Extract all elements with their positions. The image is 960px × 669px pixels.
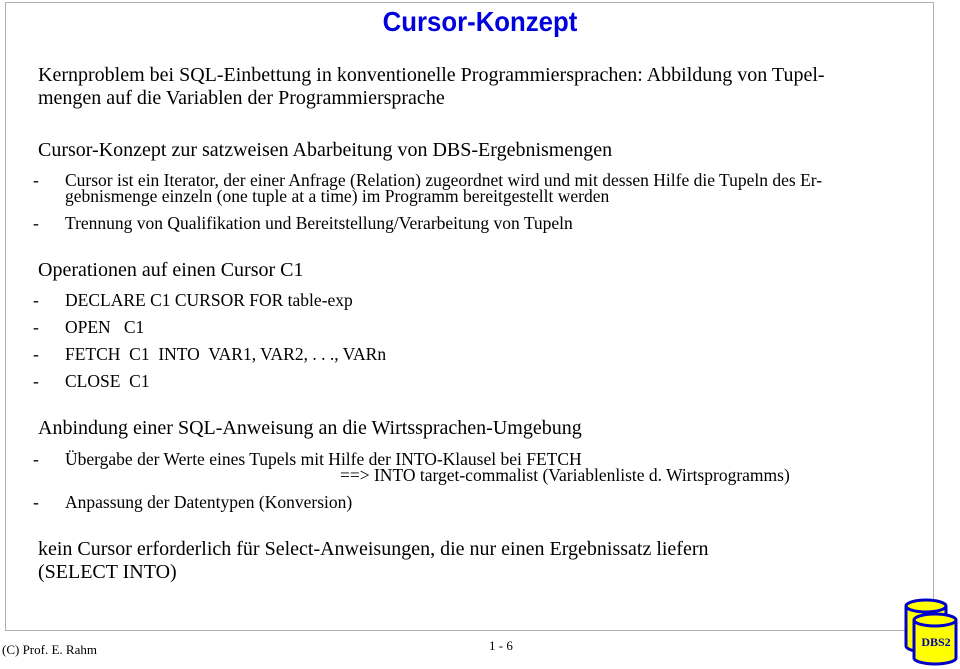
bullet-marker: - <box>33 213 39 233</box>
dbs2-logo: DBS2 <box>904 598 958 666</box>
section3-bullet-2: Anpassung der Datentypen (Konversion) <box>65 492 353 512</box>
intro-line-2: mengen auf die Variablen der Programmier… <box>38 87 445 109</box>
section2-heading: Operationen auf einen Cursor C1 <box>38 259 304 281</box>
bullet-marker: - <box>33 492 39 512</box>
section2-bullet-2: OPEN C1 <box>65 317 145 337</box>
section1-bullet-2: Trennung von Qualifikation und Bereitste… <box>65 213 573 233</box>
bullet-marker: - <box>33 290 39 310</box>
bullet-marker: - <box>33 344 39 364</box>
page-number: 1 - 6 <box>489 638 513 653</box>
section2-bullet-3: FETCH C1 INTO VAR1, VAR2, . . ., VARn <box>65 344 387 364</box>
bullet-marker: - <box>33 449 39 469</box>
section2-bullet-4: CLOSE C1 <box>65 371 150 391</box>
intro-line-1: Kernproblem bei SQL-Einbettung in konven… <box>38 64 825 86</box>
page-title: Cursor-Konzept <box>382 6 578 37</box>
copyright: (C) Prof. E. Rahm <box>2 642 97 657</box>
closing-line-2: (SELECT INTO) <box>38 561 177 583</box>
bullet-marker: - <box>33 317 39 337</box>
section3-bullet-1-line-2: ==> INTO target-commalist (Variablenlist… <box>340 465 790 485</box>
section1-heading: Cursor-Konzept zur satzweisen Abarbeitun… <box>38 139 613 161</box>
bullet-marker: - <box>33 371 39 391</box>
section1-bullet-1-line-2: gebnismenge einzeln (one tuple at a time… <box>65 186 610 206</box>
closing-line-1: kein Cursor erforderlich für Select-Anwe… <box>38 538 709 560</box>
bullet-marker: - <box>33 170 39 190</box>
section3-heading: Anbindung einer SQL-Anweisung an die Wir… <box>38 417 582 439</box>
svg-text:DBS2: DBS2 <box>921 635 950 649</box>
section2-bullet-1: DECLARE C1 CURSOR FOR table-exp <box>65 290 353 310</box>
